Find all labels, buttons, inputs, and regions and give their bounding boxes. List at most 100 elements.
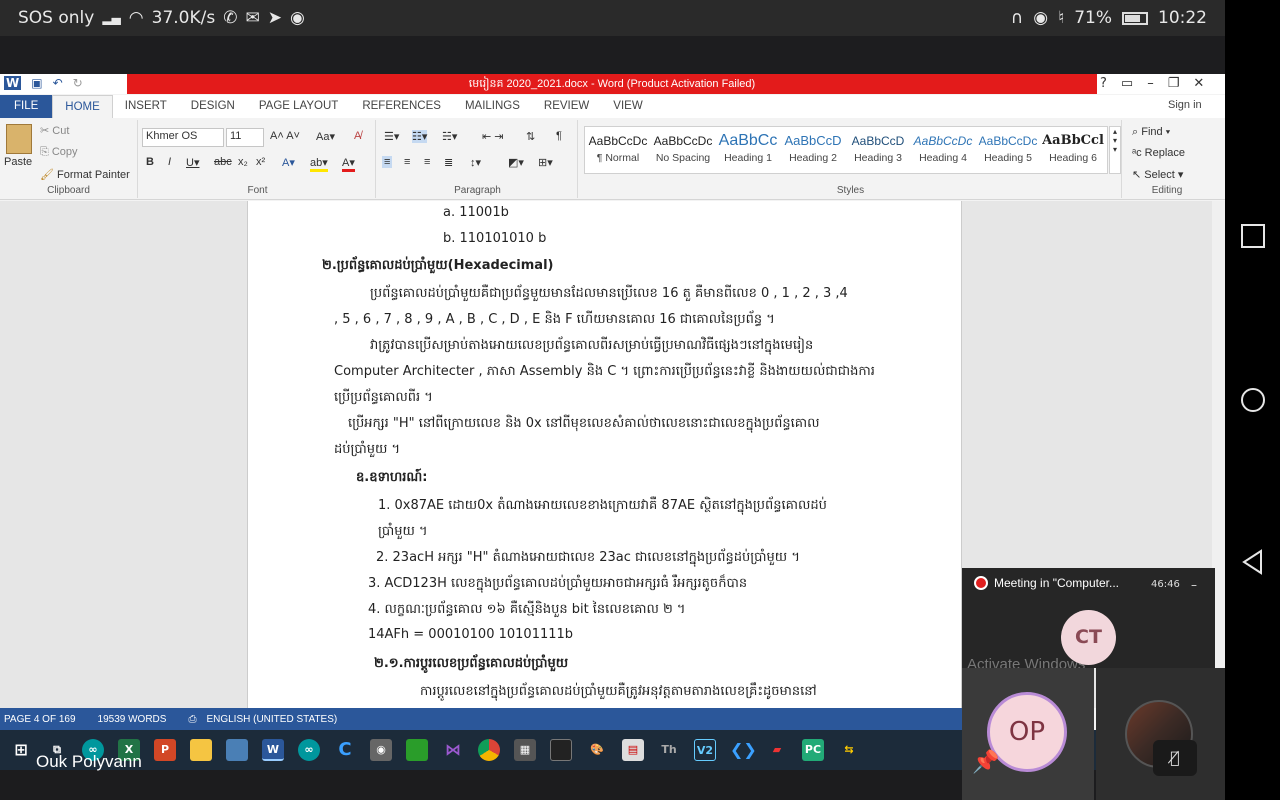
camera-icon[interactable]: ◉ (370, 739, 392, 761)
grow-font-icon[interactable]: A˄ A˅ (270, 130, 300, 142)
undo-icon[interactable]: ↶ (53, 76, 63, 90)
font-name-box[interactable]: Khmer OS (142, 128, 224, 147)
page-count[interactable]: PAGE 4 OF 169 (4, 714, 76, 725)
shading-icon[interactable]: ◩▾ (508, 156, 524, 169)
select-button[interactable]: ↖ Select ▾ (1132, 168, 1183, 181)
paste-button[interactable]: Paste (4, 156, 32, 168)
visual-studio-icon[interactable]: ⋈ (442, 739, 464, 761)
find-button[interactable]: ⌕ Find ▾ (1132, 126, 1170, 139)
home-icon[interactable] (1239, 386, 1267, 414)
file-explorer-icon[interactable] (190, 739, 212, 761)
bullets-icon[interactable]: ☰▾ (384, 130, 399, 143)
clock: 10:22 (1158, 8, 1207, 28)
style-heading-1[interactable]: AaBbCc Heading 1 (716, 130, 780, 172)
tab-review[interactable]: REVIEW (532, 95, 601, 118)
ribbon-display-icon[interactable]: ▭ (1121, 74, 1133, 94)
bold-icon[interactable]: B (146, 156, 154, 168)
borders-icon[interactable]: ⊞▾ (538, 156, 553, 169)
align-right-icon[interactable]: ≡ (424, 156, 430, 168)
numbering-icon[interactable]: ☷▾ (412, 130, 428, 143)
participant-tile-op[interactable]: OP 📌 (962, 668, 1094, 800)
windows-start-icon[interactable]: ⊞ (10, 739, 32, 761)
circuit-icon[interactable] (406, 739, 428, 761)
document-page[interactable]: a. 11001b b. 110101010 b ២.ប្រព័ន្ធគោលដប… (247, 201, 962, 708)
proofing-icon[interactable]: ⎙ (188, 714, 196, 725)
meeting-window[interactable]: Meeting in "Computer... 46:46 – Activate… (962, 568, 1215, 668)
terminal-icon[interactable] (550, 739, 572, 761)
highlight-icon[interactable]: ab▾ (310, 156, 328, 172)
word-taskbar-icon[interactable]: W (262, 739, 284, 761)
italic-icon[interactable]: I (168, 156, 171, 168)
multilevel-list-icon[interactable]: ☵▾ (442, 130, 457, 143)
style-heading-2[interactable]: AaBbCcD Heading 2 (781, 130, 845, 172)
justify-icon[interactable]: ≣ (444, 156, 453, 169)
subscript-icon[interactable]: x₂ (238, 156, 248, 168)
tab-view[interactable]: VIEW (601, 95, 654, 118)
back-icon[interactable] (1239, 548, 1267, 576)
tab-home[interactable]: HOME (52, 95, 113, 118)
close-icon[interactable]: ✕ (1193, 74, 1204, 94)
show-marks-icon[interactable]: ¶ (556, 130, 562, 142)
help-icon[interactable]: ? (1100, 74, 1107, 94)
text-app-icon[interactable]: Th (658, 739, 680, 761)
window-title: មេរៀនគ 2020_2021.docx - Word (Product Ac… (127, 74, 1097, 94)
tab-file[interactable]: FILE (0, 95, 53, 118)
style-normal[interactable]: AaBbCcDc ¶ Normal (586, 130, 650, 172)
language-indicator[interactable]: ENGLISH (UNITED STATES) (206, 714, 337, 725)
style-heading-4[interactable]: AaBbCcDc Heading 4 (911, 130, 975, 172)
minimize-meeting-icon[interactable]: – (1191, 578, 1197, 592)
red-app-icon[interactable]: ▰ (766, 739, 788, 761)
word-count[interactable]: 19539 WORDS (98, 714, 167, 725)
minimize-icon[interactable]: – (1147, 74, 1154, 94)
style-name: Heading 5 (984, 152, 1032, 164)
cut-button[interactable]: ✂ Cut (40, 124, 69, 137)
superscript-icon[interactable]: x² (256, 156, 265, 168)
powerpoint-icon[interactable]: P (154, 739, 176, 761)
mic-muted-icon[interactable]: 🎙̸ (1153, 740, 1197, 776)
paste-icon[interactable] (6, 124, 32, 154)
tab-insert[interactable]: INSERT (113, 95, 179, 118)
pc-app-icon[interactable]: PC (802, 739, 824, 761)
line-spacing-icon[interactable]: ↕▾ (470, 156, 481, 169)
recents-icon[interactable] (1239, 222, 1267, 250)
indent-icons[interactable]: ⇤ ⇥ (482, 130, 504, 143)
sign-in-link[interactable]: Sign in (1168, 99, 1202, 111)
chrome-icon[interactable] (478, 739, 500, 761)
align-center-icon[interactable]: ≡ (404, 156, 410, 168)
more-icon[interactable]: ⇆ (838, 739, 860, 761)
participant-tile-camera[interactable]: 🎙̸ (1096, 668, 1225, 800)
replace-button[interactable]: ᵃc Replace (1132, 147, 1185, 159)
clear-format-icon[interactable]: A̸ (354, 130, 361, 142)
style-heading-5[interactable]: AaBbCcDc Heading 5 (976, 130, 1040, 172)
underline-icon[interactable]: U▾ (186, 156, 199, 169)
paint-icon[interactable]: 🎨 (586, 739, 608, 761)
tab-references[interactable]: REFERENCES (350, 95, 453, 118)
pin-icon[interactable]: 📌 (972, 750, 999, 775)
strikethrough-icon[interactable]: abc (214, 156, 232, 168)
save-icon[interactable]: ▣ (31, 76, 42, 90)
styles-scroll[interactable]: ▴ ▾ ▾ (1109, 126, 1121, 174)
vscode-icon[interactable]: ❮❯ (730, 739, 757, 761)
style-heading-6[interactable]: AaBbCcl Heading 6 (1041, 130, 1105, 172)
calculator-icon[interactable]: ▦ (514, 739, 536, 761)
arduino-2-icon[interactable]: ∞ (298, 739, 320, 761)
vs-icon[interactable]: V2 (694, 739, 716, 761)
align-left-icon[interactable]: ≡ (382, 156, 393, 168)
app-icon[interactable] (226, 739, 248, 761)
restore-icon[interactable]: ❐ (1168, 74, 1180, 94)
text-effects-icon[interactable]: A▾ (282, 156, 295, 169)
c-app-icon[interactable]: C (334, 739, 356, 761)
style-no-spacing[interactable]: AaBbCcDc No Spacing (651, 130, 715, 172)
pdf-icon[interactable]: ▤ (622, 739, 644, 761)
tab-mailings[interactable]: MAILINGS (453, 95, 532, 118)
font-color-icon[interactable]: A▾ (342, 156, 355, 172)
copy-button[interactable]: ⎘ Copy (40, 146, 78, 159)
font-size-box[interactable]: 11 (226, 128, 264, 147)
sort-icon[interactable]: ⇅ (526, 130, 535, 143)
redo-icon[interactable]: ↻ (73, 76, 83, 90)
format-painter-button[interactable]: 🖌 Format Painter (40, 168, 130, 181)
change-case-icon[interactable]: Aa▾ (316, 130, 335, 143)
tab-page-layout[interactable]: PAGE LAYOUT (247, 95, 350, 118)
style-heading-3[interactable]: AaBbCcD Heading 3 (846, 130, 910, 172)
tab-design[interactable]: DESIGN (179, 95, 247, 118)
